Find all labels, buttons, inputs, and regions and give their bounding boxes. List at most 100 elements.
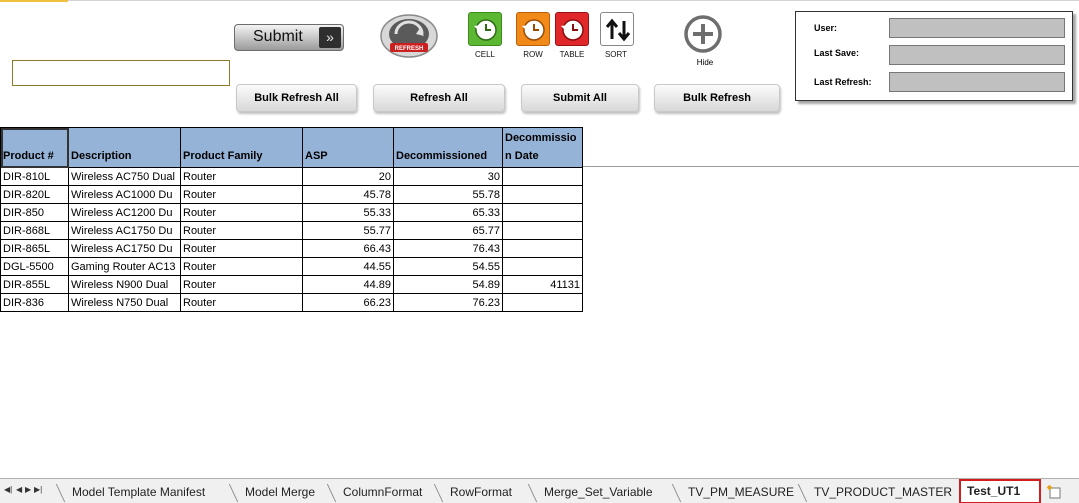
cell-decommissioned[interactable]: 65.33 (393, 203, 503, 222)
cell-product[interactable]: DIR-820L (0, 185, 69, 204)
cell-decommission-date[interactable] (502, 221, 583, 240)
text-input-box[interactable] (12, 60, 230, 86)
cell-description[interactable]: Wireless AC1200 Du (68, 203, 181, 222)
table-row: DGL-5500 Gaming Router AC13 Router 44.55… (0, 257, 583, 276)
info-panel: User: Last Save: Last Refresh: (795, 11, 1073, 101)
tab-test-ut1[interactable]: Test_UT1 (959, 479, 1041, 503)
cell-family[interactable]: Router (180, 221, 303, 240)
cell-decommissioned[interactable]: 76.43 (393, 239, 503, 258)
tab-columnformat[interactable]: ColumnFormat (337, 482, 428, 502)
cell-description[interactable]: Wireless AC1750 Du (68, 239, 181, 258)
table-row: DIR-836 Wireless N750 Dual Router 66.23 … (0, 293, 583, 312)
cell-decommission-date[interactable] (502, 257, 583, 276)
cell-asp[interactable]: 20 (302, 167, 394, 186)
cell-asp[interactable]: 45.78 (302, 185, 394, 204)
cell-product[interactable]: DIR-865L (0, 239, 69, 258)
refresh-icon[interactable]: REFRESH (378, 12, 440, 60)
sort-arrows-icon (605, 18, 631, 42)
cell-decommissioned[interactable]: 54.89 (393, 275, 503, 294)
table-row: DIR-855L Wireless N900 Dual Router 44.89… (0, 275, 583, 294)
submit-button-label: Submit (253, 28, 303, 45)
row-refresh-button[interactable] (516, 12, 550, 46)
cell-decommissioned[interactable]: 65.77 (393, 221, 503, 240)
clock-icon (522, 19, 545, 41)
prev-sheet-icon[interactable]: ◀ (16, 485, 22, 494)
cell-description[interactable]: Wireless AC750 Dual (68, 167, 181, 186)
table-row: DIR-810L Wireless AC750 Dual Router 20 3… (0, 167, 583, 186)
table-row: DIR-820L Wireless AC1000 Du Router 45.78… (0, 185, 583, 204)
header-asp[interactable]: ASP (302, 127, 394, 168)
tab-rowformat[interactable]: RowFormat (444, 482, 518, 502)
clock-icon (474, 19, 497, 41)
cell-family[interactable]: Router (180, 257, 303, 276)
cell-decommissioned[interactable]: 54.55 (393, 257, 503, 276)
cell-family[interactable]: Router (180, 293, 303, 312)
cell-decommission-date[interactable] (502, 293, 583, 312)
cell-description[interactable]: Wireless AC1000 Du (68, 185, 181, 204)
sheet-tab-bar: ◀| ◀ ▶ ▶| Model Template Manifest Model … (0, 478, 1079, 503)
next-sheet-icon[interactable]: ▶ (25, 485, 31, 494)
hide-caption: Hide (696, 58, 714, 67)
cell-asp[interactable]: 44.89 (302, 275, 394, 294)
cell-decommission-date[interactable]: 41131 (502, 275, 583, 294)
cell-asp[interactable]: 55.33 (302, 203, 394, 222)
cell-product[interactable]: DIR-868L (0, 221, 69, 240)
header-product[interactable]: Product # (0, 127, 69, 168)
cell-product[interactable]: DIR-850 (0, 203, 69, 222)
insert-sheet-icon[interactable] (1046, 485, 1062, 499)
cell-asp[interactable]: 66.43 (302, 239, 394, 258)
cell-decommission-date[interactable] (502, 203, 583, 222)
plus-circle-icon[interactable] (681, 14, 725, 54)
cell-description[interactable]: Wireless N900 Dual (68, 275, 181, 294)
tab-tv-pm-measure[interactable]: TV_PM_MEASURE (682, 482, 800, 502)
cell-product[interactable]: DIR-810L (0, 167, 69, 186)
refresh-all-button[interactable]: Refresh All (373, 84, 505, 112)
cell-family[interactable]: Router (180, 167, 303, 186)
cell-description[interactable]: Gaming Router AC13 (68, 257, 181, 276)
product-table: Product # Description Product Family ASP… (0, 127, 583, 312)
tab-model-merge[interactable]: Model Merge (239, 482, 321, 502)
header-decommissioned[interactable]: Decommissioned (393, 127, 503, 168)
sort-caption: SORT (604, 50, 628, 59)
last-sheet-icon[interactable]: ▶| (34, 485, 42, 494)
cell-decommission-date[interactable] (502, 185, 583, 204)
cell-description[interactable]: Wireless N750 Dual (68, 293, 181, 312)
user-value-field (889, 18, 1065, 38)
header-decommission-date[interactable]: Decommissio n Date (502, 127, 583, 168)
cell-family[interactable]: Router (180, 239, 303, 258)
clock-icon (561, 19, 584, 41)
header-product-family[interactable]: Product Family (180, 127, 303, 168)
tab-model-template-manifest[interactable]: Model Template Manifest (66, 482, 211, 502)
cell-product[interactable]: DGL-5500 (0, 257, 69, 276)
double-chevron-icon: » (319, 27, 341, 48)
sort-button[interactable] (600, 12, 634, 46)
cell-decommissioned[interactable]: 30 (393, 167, 503, 186)
header-description[interactable]: Description (68, 127, 181, 168)
table-refresh-button[interactable] (555, 12, 589, 46)
tab-tv-product-master[interactable]: TV_PRODUCT_MASTER (808, 482, 958, 502)
cell-decommissioned[interactable]: 76.23 (393, 293, 503, 312)
cell-asp[interactable]: 44.55 (302, 257, 394, 276)
bulk-refresh-button[interactable]: Bulk Refresh (654, 84, 780, 112)
header-decommission-date-line1: Decommissio (505, 132, 577, 144)
first-sheet-icon[interactable]: ◀| (4, 485, 12, 494)
cell-family[interactable]: Router (180, 185, 303, 204)
tab-merge-set-variable[interactable]: Merge_Set_Variable (538, 482, 659, 502)
cell-asp[interactable]: 66.23 (302, 293, 394, 312)
cell-description[interactable]: Wireless AC1750 Du (68, 221, 181, 240)
cell-family[interactable]: Router (180, 203, 303, 222)
cell-decommission-date[interactable] (502, 239, 583, 258)
cell-family[interactable]: Router (180, 275, 303, 294)
cell-asp[interactable]: 55.77 (302, 221, 394, 240)
cell-product[interactable]: DIR-855L (0, 275, 69, 294)
last-refresh-label: Last Refresh: (814, 77, 872, 87)
sheet-top-edge (0, 0, 1079, 3)
header-decommission-date-line2: n Date (505, 150, 539, 162)
cell-product[interactable]: DIR-836 (0, 293, 69, 312)
bulk-refresh-all-button[interactable]: Bulk Refresh All (236, 84, 357, 112)
cell-decommissioned[interactable]: 55.78 (393, 185, 503, 204)
cell-decommission-date[interactable] (502, 167, 583, 186)
cell-refresh-button[interactable] (468, 12, 502, 46)
submit-button[interactable]: Submit » (234, 24, 344, 51)
submit-all-button[interactable]: Submit All (521, 84, 639, 112)
